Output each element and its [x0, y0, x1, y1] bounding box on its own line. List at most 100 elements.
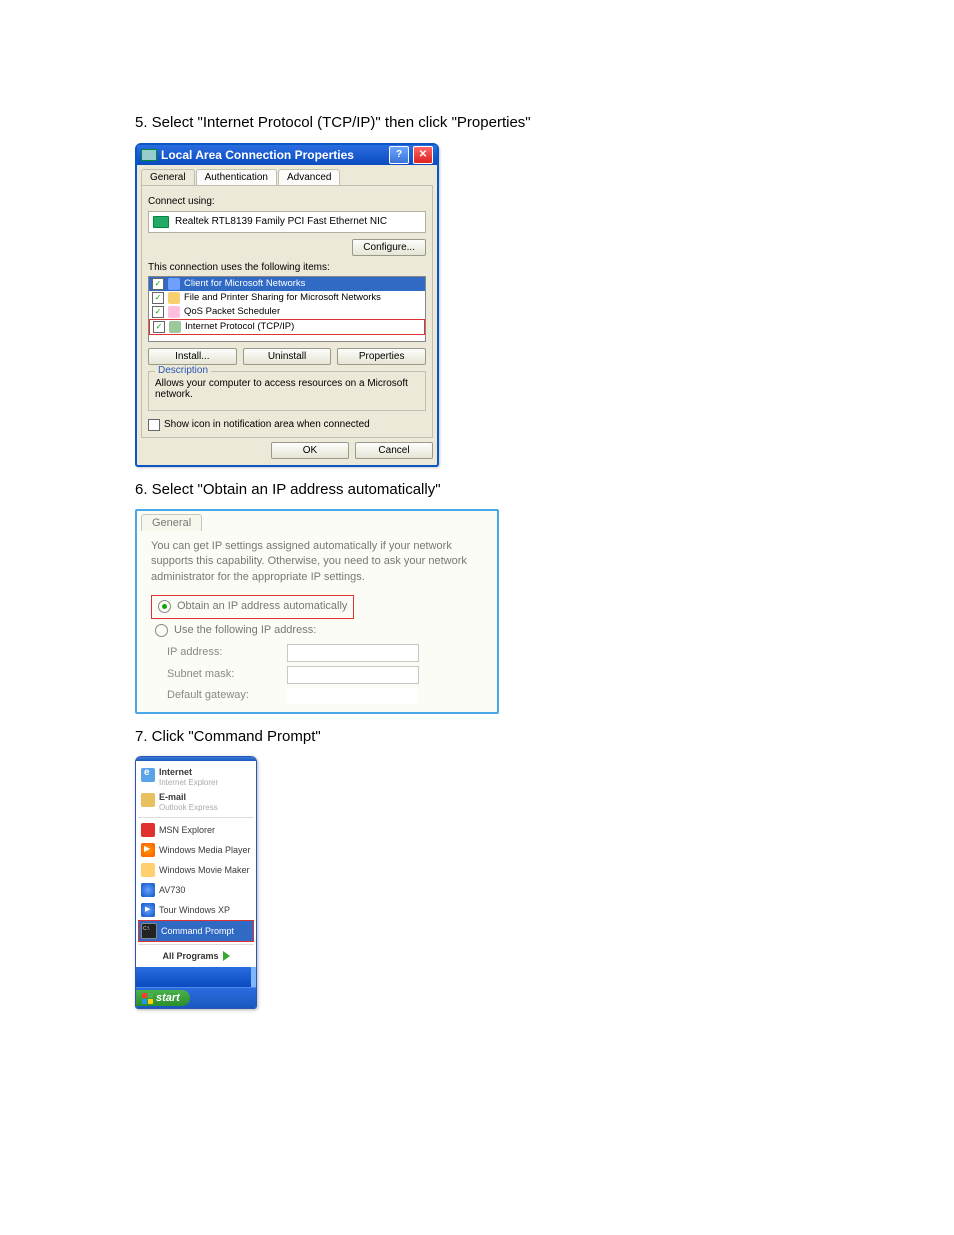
all-programs-label: All Programs: [162, 951, 218, 961]
description-text: Allows your computer to access resources…: [155, 378, 419, 404]
step6-text: 6. Select "Obtain an IP address automati…: [135, 479, 819, 502]
start-item-internet[interactable]: Internet Internet Explorer: [138, 765, 254, 790]
tcpip-intro: You can get IP settings assigned automat…: [151, 539, 487, 585]
ie-icon: [141, 768, 155, 782]
cancel-button[interactable]: Cancel: [355, 442, 433, 459]
start-item-av730[interactable]: AV730: [138, 880, 254, 900]
adapter-box: Realtek RTL8139 Family PCI Fast Ethernet…: [148, 211, 426, 233]
step7-text: 7. Click "Command Prompt": [135, 726, 819, 749]
help-button[interactable]: ?: [389, 146, 409, 164]
item-title: Windows Media Player: [159, 845, 251, 855]
all-programs[interactable]: All Programs: [138, 947, 254, 965]
connect-using-label: Connect using:: [148, 196, 426, 207]
step5-text: 5. Select "Internet Protocol (TCP/IP)" t…: [135, 112, 819, 135]
tab-authentication[interactable]: Authentication: [196, 169, 277, 185]
msn-icon: [141, 823, 155, 837]
radio-icon[interactable]: [155, 624, 168, 637]
arrow-right-icon: [223, 951, 230, 961]
install-button[interactable]: Install...: [148, 348, 237, 365]
divider: [138, 817, 254, 818]
qos-icon: [168, 306, 180, 318]
highlight-tcpip: ✓ Internet Protocol (TCP/IP): [149, 319, 425, 335]
item-qos[interactable]: ✓ QoS Packet Scheduler: [149, 305, 425, 319]
item-subtitle: Outlook Express: [159, 803, 218, 812]
subnet-mask-label: Subnet mask:: [167, 667, 277, 682]
item-file-printer-sharing[interactable]: ✓ File and Printer Sharing for Microsoft…: [149, 291, 425, 305]
nic-icon: [153, 216, 169, 228]
item-label: File and Printer Sharing for Microsoft N…: [184, 292, 381, 303]
item-title: AV730: [159, 885, 185, 895]
adapter-name: Realtek RTL8139 Family PCI Fast Ethernet…: [175, 216, 387, 227]
item-tcpip[interactable]: ✓ Internet Protocol (TCP/IP): [150, 320, 424, 334]
radio-manual-label: Use the following IP address:: [174, 623, 316, 638]
tab-advanced[interactable]: Advanced: [278, 169, 340, 185]
checkbox-icon[interactable]: ✓: [152, 292, 164, 304]
start-item-email[interactable]: E-mail Outlook Express: [138, 790, 254, 815]
show-icon-checkbox-row[interactable]: ✓ Show icon in notification area when co…: [148, 419, 426, 431]
network-icon: [141, 149, 157, 161]
item-title: Windows Movie Maker: [159, 865, 250, 875]
tcpip-icon: [169, 321, 181, 333]
item-subtitle: Internet Explorer: [159, 778, 218, 787]
item-title: E-mail: [159, 792, 186, 802]
mail-icon: [141, 793, 155, 807]
moviemaker-icon: [141, 863, 155, 877]
tab-general[interactable]: General: [141, 514, 202, 531]
tab-general[interactable]: General: [141, 169, 195, 185]
wmp-icon: [141, 843, 155, 857]
divider: [138, 944, 254, 945]
item-label: QoS Packet Scheduler: [184, 306, 280, 317]
ok-button[interactable]: OK: [271, 442, 349, 459]
uses-label: This connection uses the following items…: [148, 262, 426, 273]
start-item-moviemaker[interactable]: Windows Movie Maker: [138, 860, 254, 880]
item-title: MSN Explorer: [159, 825, 215, 835]
item-title: Internet: [159, 767, 192, 777]
item-label: Client for Microsoft Networks: [184, 278, 305, 289]
configure-button[interactable]: Configure...: [352, 239, 426, 256]
start-menu: Internet Internet Explorer E-mail Outloo…: [135, 756, 257, 1009]
lan-properties-dialog: Local Area Connection Properties ? ✕ Gen…: [135, 143, 439, 467]
checkbox-icon[interactable]: ✓: [148, 419, 160, 431]
close-button[interactable]: ✕: [413, 146, 433, 164]
client-icon: [168, 278, 180, 290]
av730-icon: [141, 883, 155, 897]
cmd-icon: [141, 923, 157, 939]
checkbox-icon[interactable]: ✓: [153, 321, 165, 333]
radio-auto-label: Obtain an IP address automatically: [177, 599, 347, 614]
default-gateway-label: Default gateway:: [167, 688, 277, 703]
items-list[interactable]: ✓ Client for Microsoft Networks ✓ File a…: [148, 276, 426, 342]
start-item-wmp[interactable]: Windows Media Player: [138, 840, 254, 860]
radio-auto[interactable]: Obtain an IP address automatically: [154, 597, 351, 616]
item-label: Internet Protocol (TCP/IP): [185, 321, 294, 332]
start-item-tour[interactable]: Tour Windows XP: [138, 900, 254, 920]
checkbox-icon[interactable]: ✓: [152, 278, 164, 290]
ip-address-label: IP address:: [167, 645, 277, 660]
description-legend: Description: [155, 365, 211, 376]
show-icon-label: Show icon in notification area when conn…: [164, 419, 370, 430]
radio-manual[interactable]: Use the following IP address:: [151, 621, 487, 640]
item-title: Command Prompt: [161, 926, 234, 936]
windows-logo-icon: [142, 993, 153, 1004]
radio-icon[interactable]: [158, 600, 171, 613]
uninstall-button[interactable]: Uninstall: [243, 348, 332, 365]
tcpip-properties-dialog: General You can get IP settings assigned…: [135, 509, 499, 714]
ip-address-field[interactable]: [287, 644, 419, 662]
start-item-msn[interactable]: MSN Explorer: [138, 820, 254, 840]
taskbar: start: [136, 987, 256, 1008]
description-group: Description Allows your computer to acce…: [148, 371, 426, 411]
start-menu-footer: [136, 967, 256, 987]
item-title: Tour Windows XP: [159, 905, 230, 915]
properties-button[interactable]: Properties: [337, 348, 426, 365]
checkbox-icon[interactable]: ✓: [152, 306, 164, 318]
default-gateway-field[interactable]: [287, 688, 417, 704]
subnet-mask-field[interactable]: [287, 666, 419, 684]
titlebar: Local Area Connection Properties ? ✕: [137, 145, 437, 165]
window-title: Local Area Connection Properties: [161, 148, 385, 162]
start-button[interactable]: start: [136, 990, 190, 1006]
start-label: start: [156, 992, 180, 1004]
start-item-command-prompt[interactable]: Command Prompt: [138, 920, 254, 942]
tour-icon: [141, 903, 155, 917]
highlight-obtain-auto: Obtain an IP address automatically: [151, 595, 354, 618]
item-client-ms-networks[interactable]: ✓ Client for Microsoft Networks: [149, 277, 425, 291]
fileprint-icon: [168, 292, 180, 304]
